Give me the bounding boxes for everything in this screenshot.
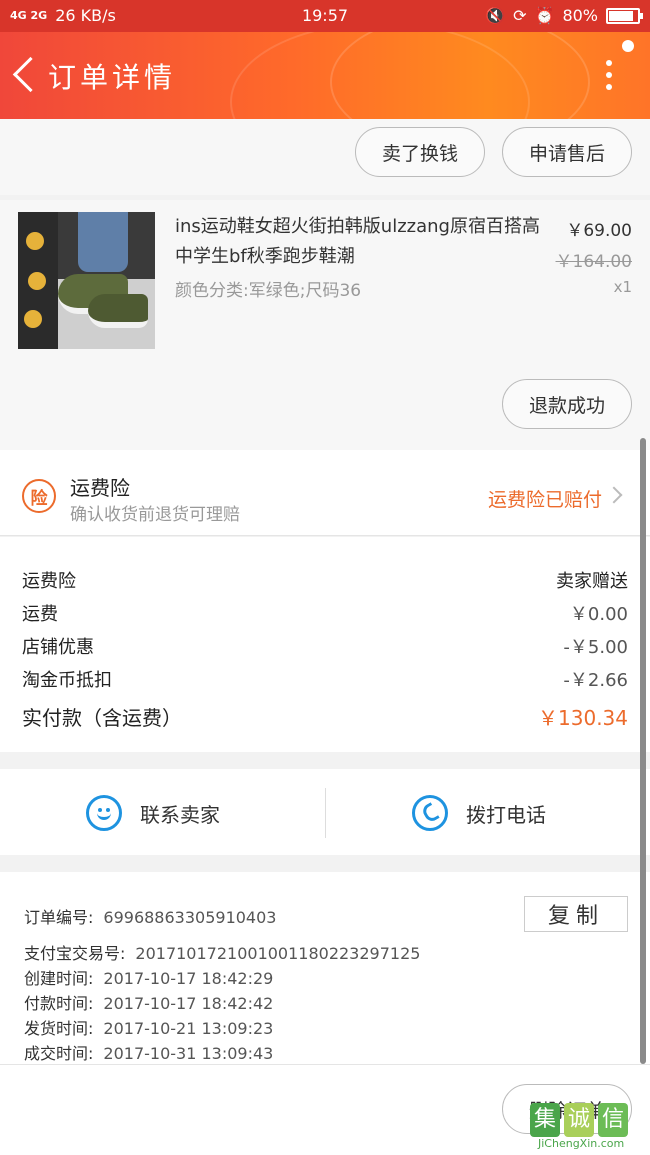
fee-label: 运费 [22,604,58,625]
battery-percent: 80% [562,6,598,25]
product-spec: 颜色分类:军绿色;尺码36 [175,281,362,301]
product-price: ￥69.00 [566,221,632,241]
insurance-title: 运费险 [70,476,130,500]
completed-time: 2017-10-31 13:09:43 [103,1044,274,1063]
divider [325,788,326,838]
product-thumbnail[interactable] [18,212,155,349]
fee-label: 店铺优惠 [22,637,94,658]
call-phone-label: 拨打电话 [466,802,546,827]
watermark-logo: 集 诚 信 [530,1103,628,1137]
product-quantity: x1 [613,278,632,296]
shipped-label: 发货时间: [24,1019,94,1038]
alipay-line: 支付宝交易号: 2017101721001001180223297125 [24,940,420,964]
back-arrow-icon[interactable] [12,54,40,94]
top-action-bar: 卖了换钱 申请售后 [0,119,650,195]
fee-row: 运费 ￥0.00 [22,600,628,626]
order-number: 69968863305910403 [103,908,277,927]
fee-value: -￥2.66 [563,670,628,691]
fee-value: 卖家赠送 [556,571,628,592]
status-bar: 4G 2G 26 KB/s 19:57 🔇 ⟳ ⏰ 80% [0,0,650,32]
fee-row: 运费险 卖家赠送 [22,567,628,593]
phone-icon [412,795,448,831]
alarm-icon: ⏰ [534,6,555,25]
created-time-line: 创建时间: 2017-10-17 18:42:29 [24,965,273,989]
created-time: 2017-10-17 18:42:29 [103,969,274,988]
fee-value: -￥5.00 [563,637,628,658]
sell-swap-button[interactable]: 卖了换钱 [355,127,485,177]
notification-dot [622,40,634,52]
fee-label: 运费险 [22,571,76,592]
insurance-icon: 险 [22,479,56,513]
contact-seller-button[interactable]: 联系卖家 [86,786,220,840]
scrollbar[interactable] [640,438,646,1064]
total-row: 实付款（含运费） ￥130.34 [22,702,628,731]
paid-label: 付款时间: [24,994,94,1013]
insurance-subtitle: 确认收货前退货可理赔 [70,505,240,525]
completed-time-line: 成交时间: 2017-10-31 13:09:43 [24,1040,273,1064]
page-title: 订单详情 [48,61,177,94]
created-label: 创建时间: [24,969,94,988]
battery-icon [606,7,643,24]
total-label: 实付款（含运费） [22,706,182,730]
product-title[interactable]: ins运动鞋女超火街拍韩版ulzzang原宿百搭高中学生bf秋季跑步鞋潮 [175,212,545,272]
product-original-price: ￥164.00 [555,252,632,272]
rotation-lock-icon: ⟳ [513,6,527,25]
app-header: 订单详情 [0,32,650,119]
watermark: 集 诚 信 JiChengXin.com [530,1103,640,1151]
alipay-label: 支付宝交易号: [24,944,126,963]
call-phone-button[interactable]: 拨打电话 [412,786,546,840]
chat-smile-icon [86,795,122,831]
fee-row: 淘金币抵扣 -￥2.66 [22,666,628,692]
total-value: ￥130.34 [538,706,628,730]
paid-time-line: 付款时间: 2017-10-17 18:42:42 [24,990,273,1014]
order-number-line: 订单编号: 69968863305910403 [24,904,276,928]
more-menu-icon[interactable] [604,60,614,94]
completed-label: 成交时间: [24,1044,94,1063]
shipped-time: 2017-10-21 13:09:23 [103,1019,274,1038]
paid-time: 2017-10-17 18:42:42 [103,994,274,1013]
watermark-text: JiChengXin.com [538,1137,625,1150]
order-number-label: 订单编号: [24,908,94,927]
apply-aftersale-button[interactable]: 申请售后 [502,127,632,177]
insurance-status[interactable]: 运费险已赔付 [488,485,602,512]
contact-seller-label: 联系卖家 [140,802,220,827]
copy-button[interactable]: 复制 [524,896,628,932]
refund-status-button[interactable]: 退款成功 [502,379,632,429]
mute-icon: 🔇 [485,6,506,25]
fee-row: 店铺优惠 -￥5.00 [22,633,628,659]
alipay-number: 2017101721001001180223297125 [135,944,421,963]
fee-value: ￥0.00 [569,604,628,625]
shipped-time-line: 发货时间: 2017-10-21 13:09:23 [24,1015,273,1039]
fee-label: 淘金币抵扣 [22,670,112,691]
